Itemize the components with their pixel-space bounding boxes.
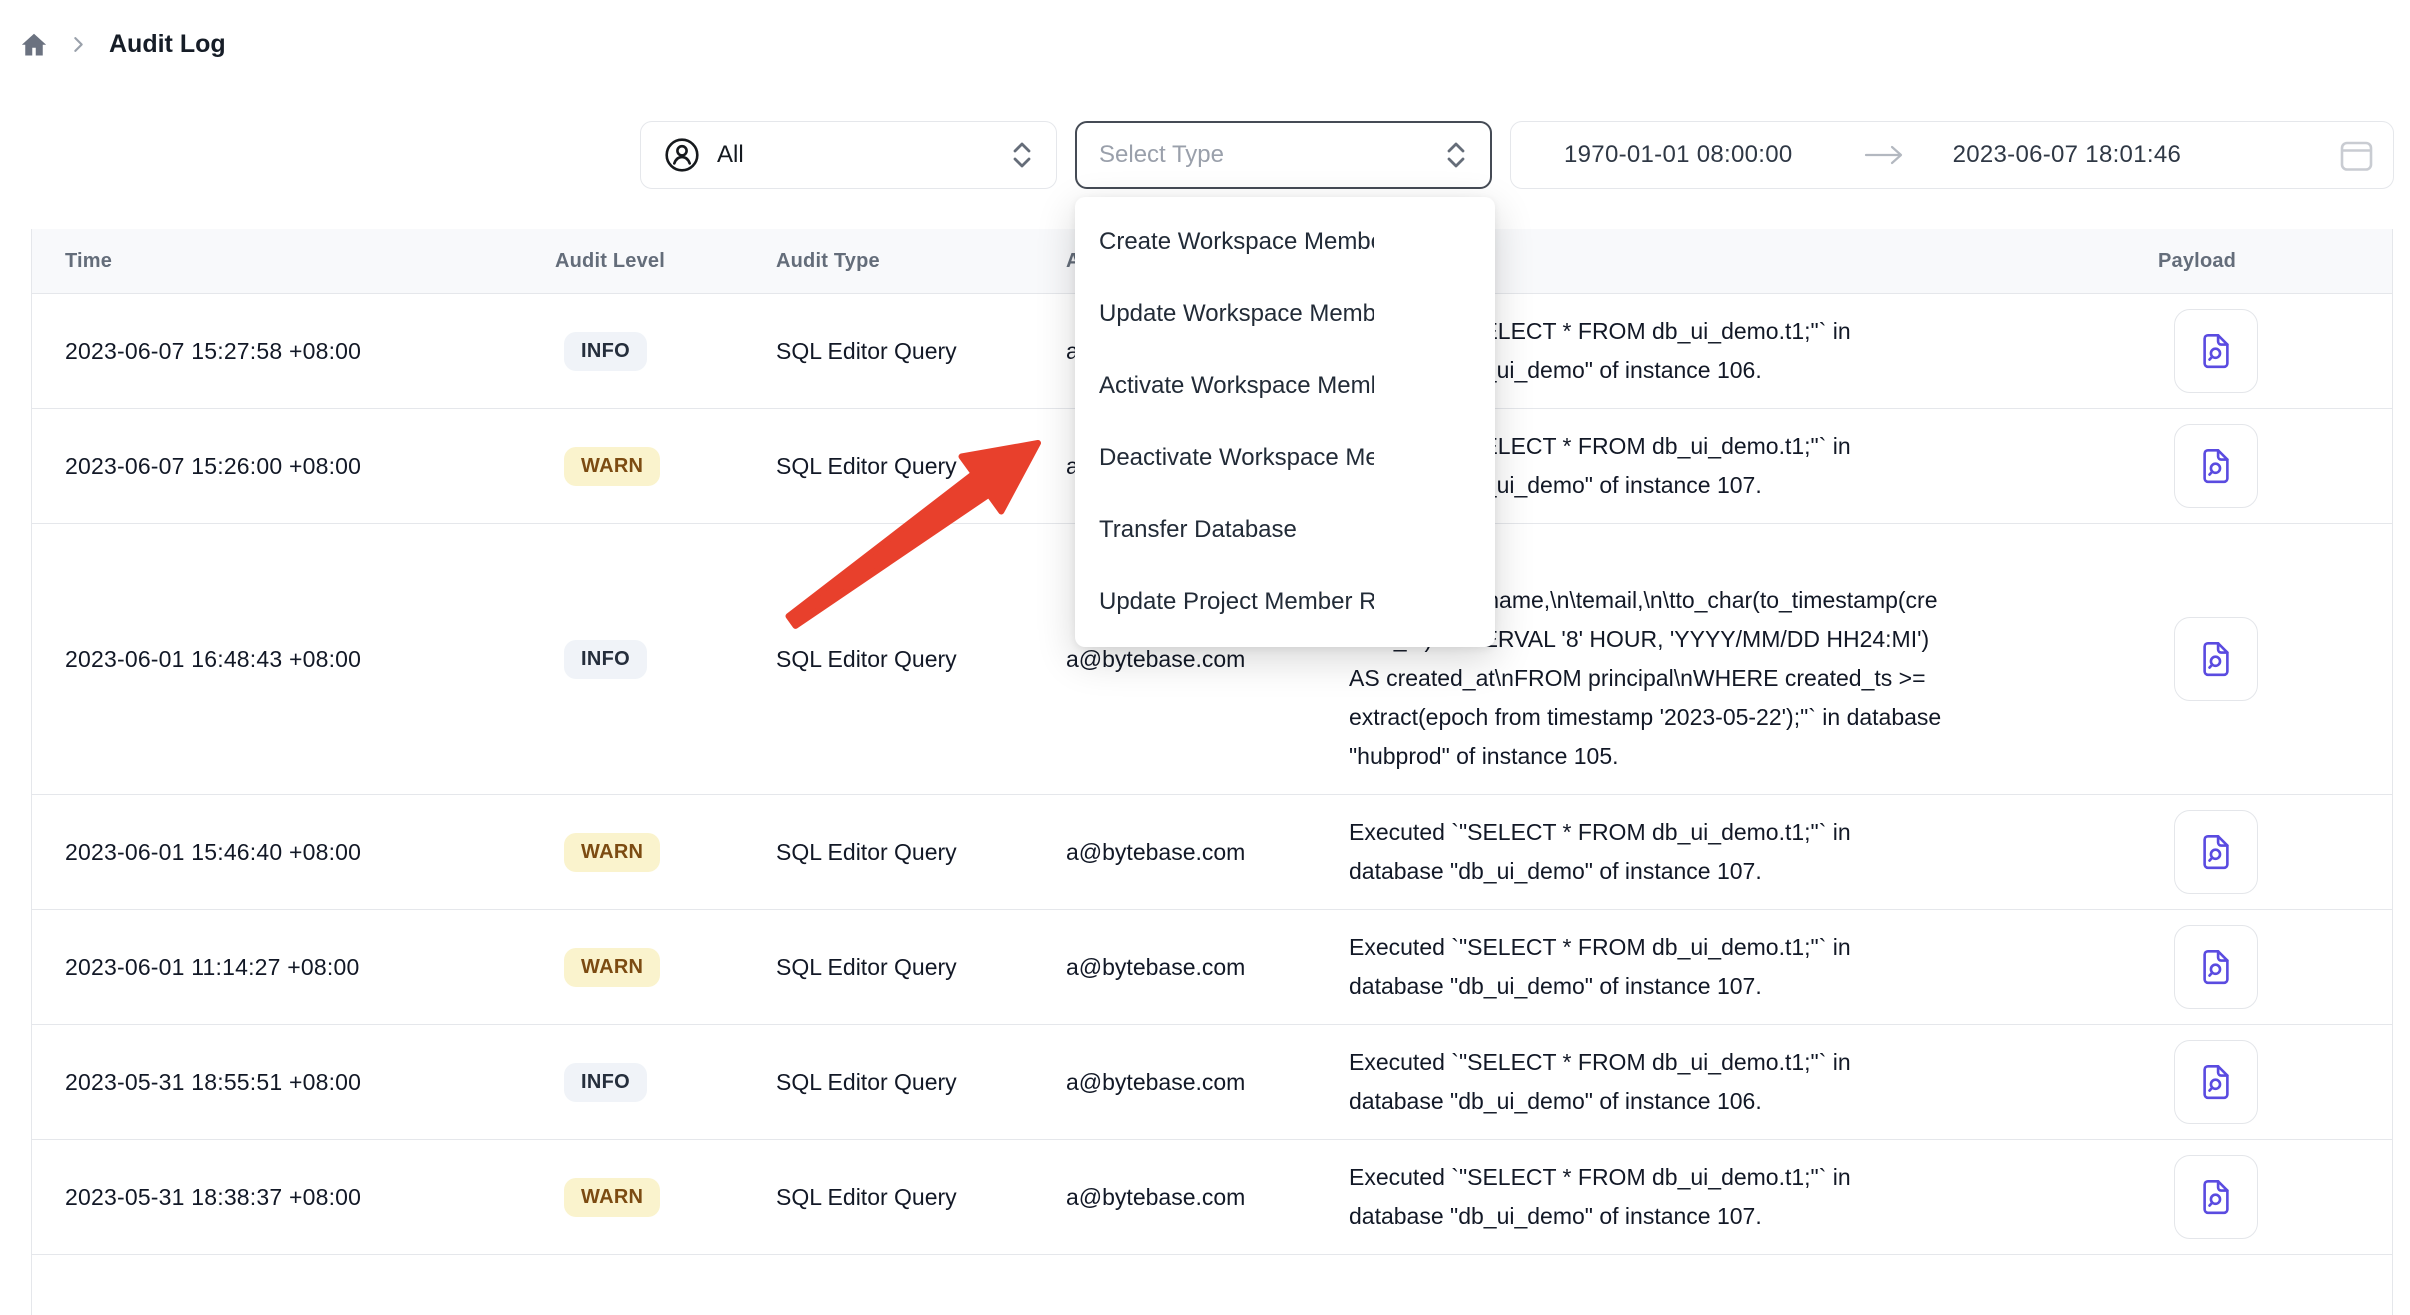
payload-cell [2111, 424, 2392, 508]
type-filter-placeholder: Select Type [1099, 141, 1224, 169]
audit-type-cell: SQL Editor Query [776, 839, 1066, 866]
menu-item-transfer-database[interactable]: Transfer Database [1075, 494, 1495, 566]
page-title: Audit Log [109, 30, 226, 59]
view-payload-button[interactable] [2174, 810, 2258, 894]
menu-item-label: Update Workspace Member [1099, 300, 1374, 328]
audit-level-cell: INFO [555, 332, 776, 371]
audit-level-badge: INFO [564, 1063, 647, 1102]
payload-cell [2111, 1040, 2392, 1124]
view-payload-button[interactable] [2174, 925, 2258, 1009]
column-header-audit-type: Audit Type [776, 250, 1066, 273]
comment-cell: Executed `"SELECT * FROM db_ui_demo.t1;"… [1349, 795, 1949, 909]
table-row-partial [32, 1255, 2392, 1315]
column-header-time: Time [32, 250, 555, 273]
audit-type-cell: SQL Editor Query [776, 338, 1066, 365]
time-cell: 2023-05-31 18:38:37 +08:00 [32, 1184, 555, 1211]
menu-item-deactivate-workspace-member[interactable]: Deactivate Workspace Member [1075, 422, 1495, 494]
menu-item-label: Activate Workspace Member [1099, 372, 1374, 400]
payload-cell [2111, 1155, 2392, 1239]
home-icon[interactable] [20, 31, 48, 59]
audit-level-cell: WARN [555, 1178, 776, 1217]
type-dropdown-menu: Create Workspace Member Update Workspace … [1075, 197, 1495, 647]
actor-cell: a@bytebase.com [1066, 1184, 1349, 1211]
audit-level-badge: WARN [564, 447, 660, 486]
arrow-right-icon [1863, 143, 1905, 167]
comment-cell: Executed `"SELECT * FROM db_ui_demo.t1;"… [1349, 910, 1949, 1024]
view-payload-button[interactable] [2174, 309, 2258, 393]
time-cell: 2023-06-07 15:27:58 +08:00 [32, 338, 555, 365]
time-cell: 2023-06-01 11:14:27 +08:00 [32, 954, 555, 981]
column-header-audit-level: Audit Level [555, 250, 776, 273]
person-icon [663, 136, 701, 174]
audit-level-badge: INFO [564, 640, 647, 679]
audit-type-cell: SQL Editor Query [776, 1184, 1066, 1211]
audit-level-cell: INFO [555, 640, 776, 679]
payload-document-search-icon [2195, 1061, 2237, 1103]
audit-level-cell: WARN [555, 948, 776, 987]
payload-document-search-icon [2195, 1176, 2237, 1218]
time-cell: 2023-06-01 15:46:40 +08:00 [32, 839, 555, 866]
table-row: 2023-05-31 18:38:37 +08:00 WARN SQL Editor… [32, 1140, 2392, 1255]
menu-item-create-workspace-member[interactable]: Create Workspace Member [1075, 206, 1495, 278]
actor-cell: a@bytebase.com [1066, 1069, 1349, 1096]
payload-cell [2111, 925, 2392, 1009]
audit-type-cell: SQL Editor Query [776, 646, 1066, 673]
date-range-end: 2023-06-07 18:01:46 [1953, 141, 2182, 169]
menu-item-activate-workspace-member[interactable]: Activate Workspace Member [1075, 350, 1495, 422]
time-cell: 2023-05-31 18:55:51 +08:00 [32, 1069, 555, 1096]
comment-cell: Executed `"SELECT * FROM db_ui_demo.t1;"… [1349, 1025, 1949, 1139]
audit-level-cell: WARN [555, 833, 776, 872]
table-row: 2023-06-01 15:46:40 +08:00 WARN SQL Editor… [32, 795, 2392, 910]
view-payload-button[interactable] [2174, 424, 2258, 508]
view-payload-button[interactable] [2174, 1040, 2258, 1124]
payload-document-search-icon [2195, 946, 2237, 988]
date-range-start: 1970-01-01 08:00:00 [1564, 141, 1793, 169]
audit-type-cell: SQL Editor Query [776, 1069, 1066, 1096]
calendar-icon [2338, 137, 2375, 174]
column-header-payload: Payload [2111, 250, 2392, 273]
table-row: 2023-05-31 18:55:51 +08:00 INFO SQL Editor… [32, 1025, 2392, 1140]
payload-cell [2111, 810, 2392, 894]
payload-cell [2111, 617, 2392, 701]
menu-item-label: Transfer Database [1099, 516, 1297, 544]
updown-chevrons-icon [1444, 139, 1468, 171]
comment-cell: Executed `"SELECT * FROM db_ui_demo.t1;"… [1349, 1140, 1949, 1254]
actor-cell: a@bytebase.com [1066, 839, 1349, 866]
audit-level-badge: WARN [564, 1178, 660, 1217]
audit-level-cell: INFO [555, 1063, 776, 1102]
audit-level-badge: WARN [564, 948, 660, 987]
table-row: 2023-06-01 11:14:27 +08:00 WARN SQL Editor… [32, 910, 2392, 1025]
date-range-picker[interactable]: 1970-01-01 08:00:00 2023-06-07 18:01:46 [1510, 121, 2394, 189]
payload-document-search-icon [2195, 831, 2237, 873]
view-payload-button[interactable] [2174, 617, 2258, 701]
menu-item-label: Deactivate Workspace Member [1099, 444, 1374, 472]
menu-item-update-project-member-role[interactable]: Update Project Member Role [1075, 566, 1495, 638]
audit-level-badge: INFO [564, 332, 647, 371]
menu-item-label: Create Workspace Member [1099, 228, 1374, 256]
view-payload-button[interactable] [2174, 1155, 2258, 1239]
actor-filter-select[interactable]: All [640, 121, 1057, 189]
payload-document-search-icon [2195, 638, 2237, 680]
payload-document-search-icon [2195, 445, 2237, 487]
audit-level-cell: WARN [555, 447, 776, 486]
menu-item-label: Update Project Member Role [1099, 588, 1374, 616]
type-filter-select[interactable]: Select Type [1075, 121, 1492, 189]
updown-chevrons-icon [1010, 139, 1034, 171]
time-cell: 2023-06-07 15:26:00 +08:00 [32, 453, 555, 480]
audit-type-cell: SQL Editor Query [776, 453, 1066, 480]
audit-level-badge: WARN [564, 833, 660, 872]
actor-cell: a@bytebase.com [1066, 646, 1349, 673]
actor-cell: a@bytebase.com [1066, 954, 1349, 981]
menu-item-update-workspace-member[interactable]: Update Workspace Member [1075, 278, 1495, 350]
breadcrumb-chevron-icon [70, 36, 87, 53]
time-cell: 2023-06-01 16:48:43 +08:00 [32, 646, 555, 673]
payload-document-search-icon [2195, 330, 2237, 372]
payload-cell [2111, 309, 2392, 393]
breadcrumb: Audit Log [20, 30, 226, 59]
actor-filter-value: All [717, 141, 744, 169]
audit-type-cell: SQL Editor Query [776, 954, 1066, 981]
